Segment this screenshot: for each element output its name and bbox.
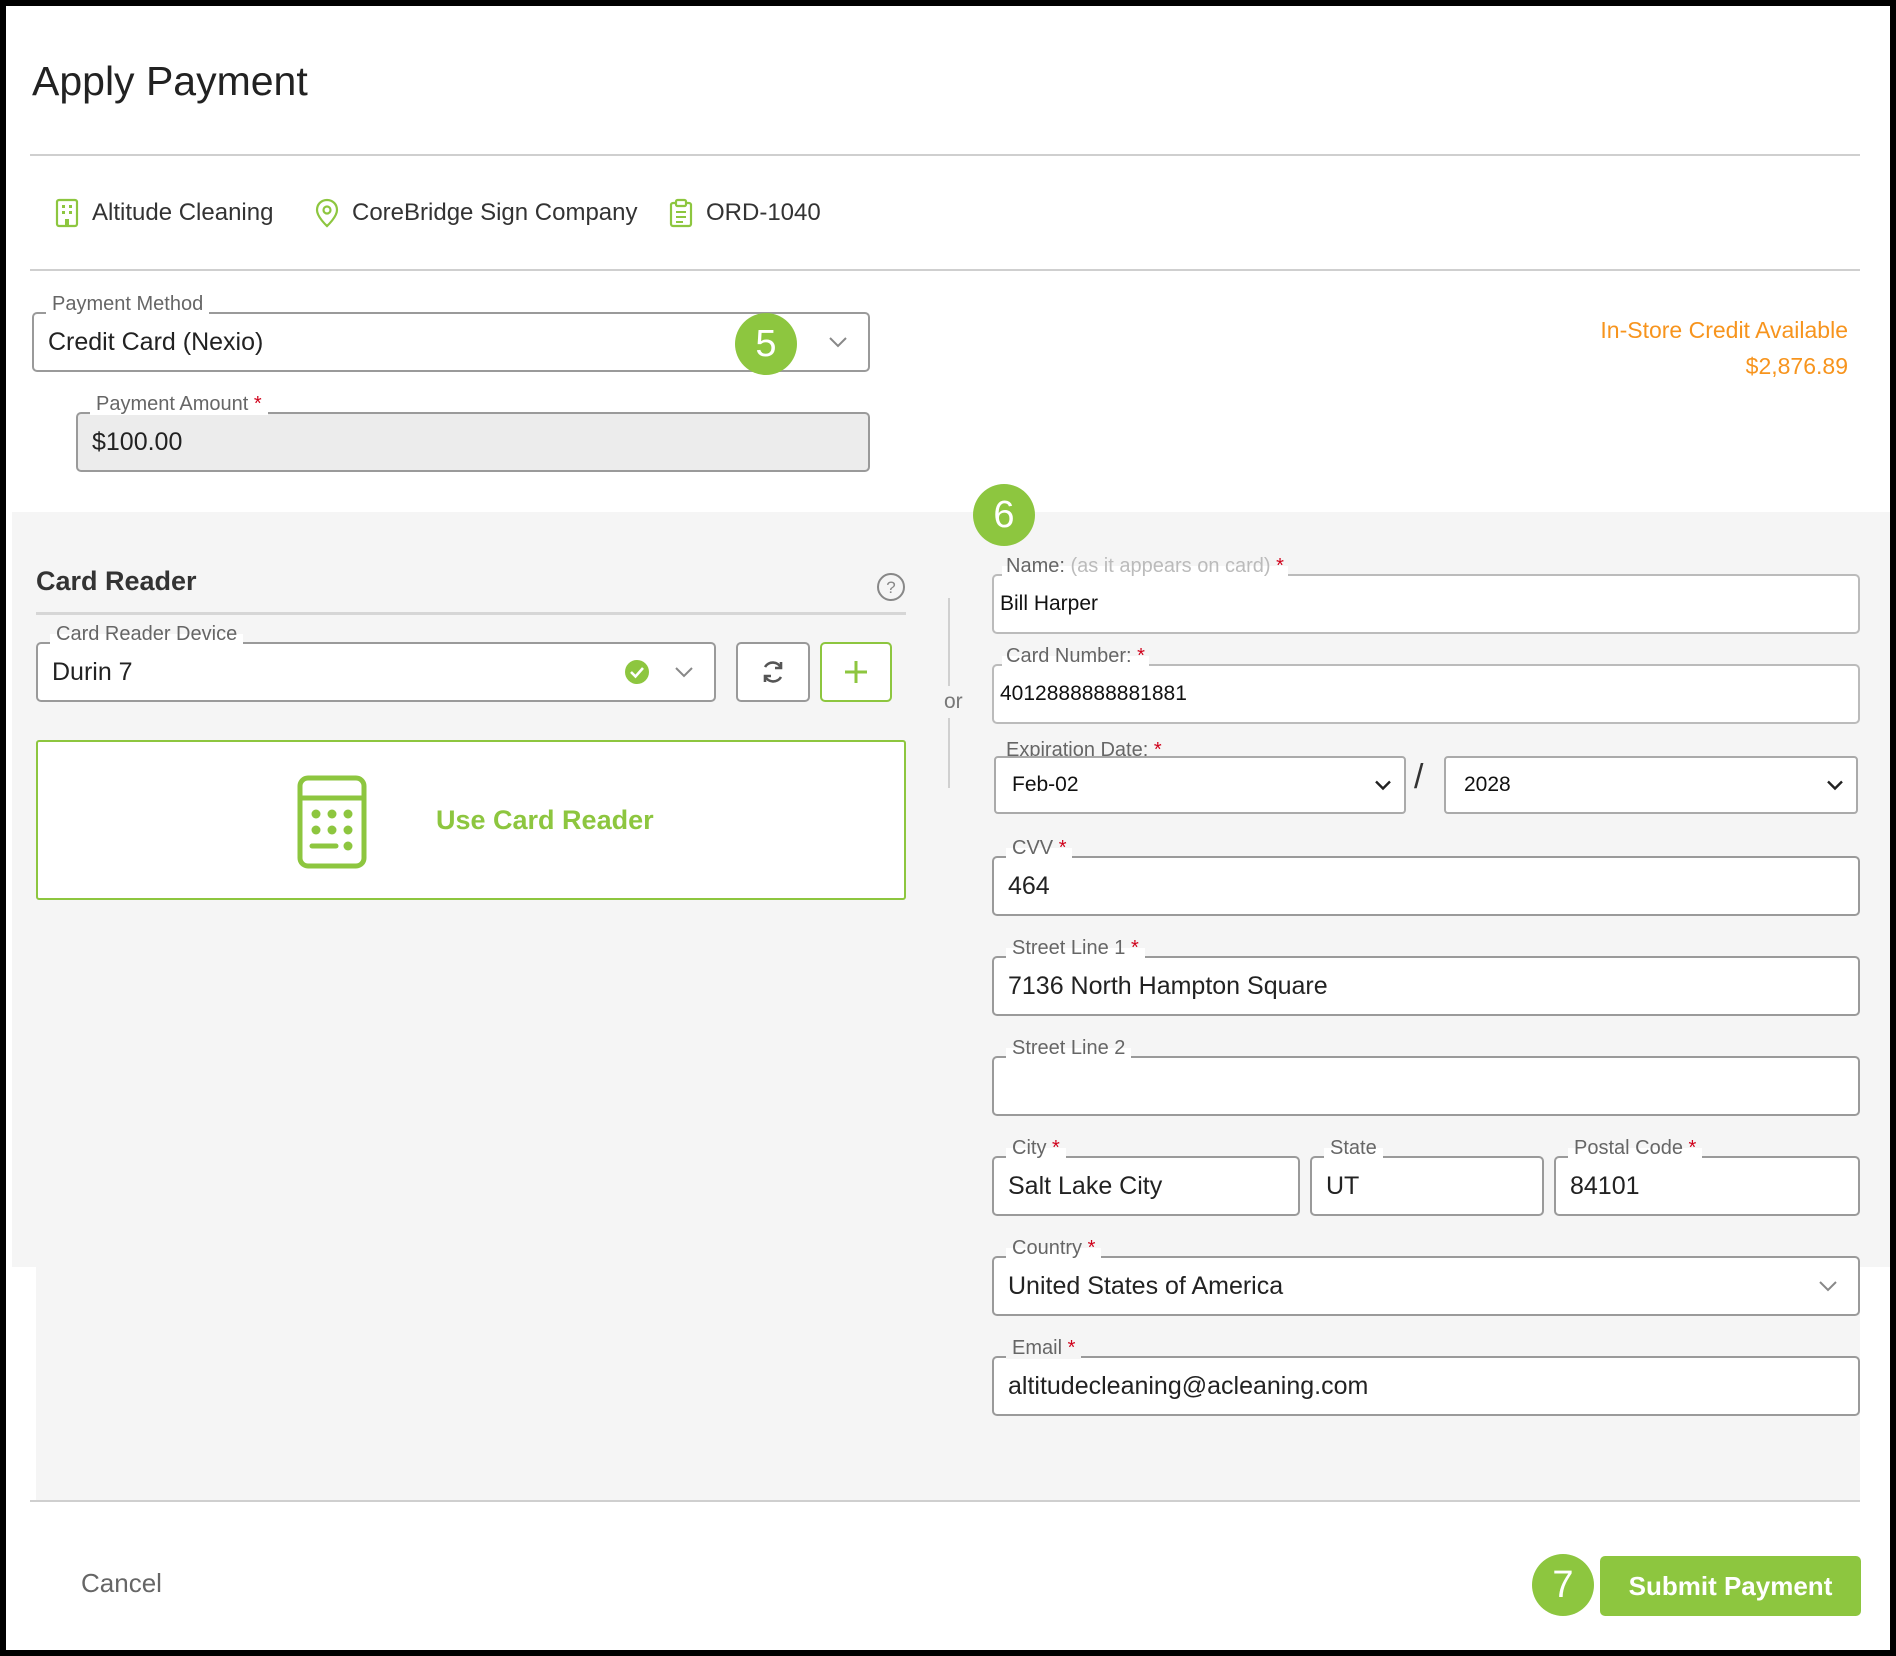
postal-code-value: 84101: [1570, 1171, 1640, 1200]
street-line-1-value: 7136 North Hampton Square: [1008, 971, 1328, 1000]
card-reader-device-label: Card Reader Device: [56, 623, 238, 645]
email-label: Email: [1012, 1337, 1063, 1359]
cvv-label: CVV: [1012, 837, 1054, 859]
state-label: State: [1330, 1137, 1377, 1159]
street-line-1-label: Street Line 1: [1012, 937, 1126, 959]
payment-method-value: Credit Card (Nexio): [48, 327, 264, 356]
country-value: United States of America: [1008, 1271, 1284, 1300]
company-name: Altitude Cleaning: [92, 199, 274, 226]
street-line-1-field[interactable]: Street Line 1 * 7136 North Hampton Squar…: [992, 937, 1860, 1016]
cardholder-name-hint: (as it appears on card): [1070, 555, 1271, 577]
email-value: altitudecleaning@acleaning.com: [1008, 1371, 1369, 1400]
step-badge-5: 5: [735, 313, 797, 375]
city-value: Salt Lake City: [1008, 1171, 1163, 1200]
order-number: ORD-1040: [706, 199, 821, 226]
required-marker: *: [1058, 837, 1067, 859]
card-number-value: 4012888888881881: [1000, 682, 1187, 705]
expiration-year-value: 2028: [1464, 773, 1511, 796]
email-field[interactable]: Email * altitudecleaning@acleaning.com: [992, 1337, 1860, 1416]
expiration-separator: /: [1414, 758, 1424, 796]
required-marker: *: [1052, 1137, 1060, 1159]
or-separator: or: [942, 686, 965, 718]
required-marker: *: [1276, 555, 1284, 577]
required-marker: *: [1688, 1137, 1697, 1159]
country-select[interactable]: Country * United States of America: [992, 1237, 1860, 1316]
postal-code-label: Postal Code: [1574, 1137, 1683, 1159]
chevron-down-icon: [675, 667, 693, 678]
refresh-button[interactable]: [736, 642, 810, 702]
expiration-year-select[interactable]: 2028: [1444, 756, 1858, 814]
cvv-value: 464: [1008, 871, 1050, 900]
required-marker: *: [1137, 645, 1145, 667]
chevron-down-icon: [1827, 780, 1843, 791]
add-card-reader-button[interactable]: [820, 642, 892, 702]
cancel-button[interactable]: Cancel: [81, 1568, 162, 1599]
required-marker: *: [1130, 937, 1139, 959]
expiration-month-select[interactable]: Feb-02: [994, 756, 1406, 814]
card-number-field[interactable]: Card Number: * 4012888888881881: [992, 645, 1860, 724]
page-title: Apply Payment: [32, 58, 308, 104]
street-line-2-label: Street Line 2: [1012, 1037, 1126, 1059]
city-label: City: [1012, 1137, 1047, 1159]
divider: [30, 154, 1860, 156]
city-field[interactable]: City * Salt Lake City: [992, 1137, 1300, 1216]
chevron-down-icon: [1819, 1281, 1837, 1292]
cardholder-name-value: Bill Harper: [1000, 592, 1099, 615]
payment-amount-field[interactable]: Payment Amount * $100.00: [76, 393, 870, 472]
divider: [30, 269, 1860, 271]
submit-payment-button[interactable]: Submit Payment: [1600, 1556, 1861, 1616]
calculator-icon: [297, 775, 367, 869]
in-store-credit: In-Store Credit Available $2,876.89: [1600, 312, 1848, 384]
card-reader-device-value: Durin 7: [52, 657, 133, 686]
divider: [30, 1500, 1860, 1502]
chevron-down-icon: [829, 337, 847, 348]
refresh-icon: [763, 661, 783, 683]
use-card-reader-label: Use Card Reader: [436, 804, 654, 835]
street-line-2-field[interactable]: Street Line 2: [992, 1037, 1860, 1116]
location-name: CoreBridge Sign Company: [352, 199, 638, 226]
step-badge-6: 6: [973, 484, 1035, 546]
help-icon[interactable]: ?: [876, 572, 906, 602]
expiration-month-value: Feb-02: [1012, 773, 1079, 796]
payment-amount-label: Payment Amount: [96, 393, 249, 415]
svg-text:?: ?: [886, 578, 895, 597]
payment-method-label: Payment Method: [52, 293, 204, 315]
cvv-field[interactable]: CVV * 464: [992, 837, 1860, 916]
plus-icon: [845, 661, 867, 683]
in-store-credit-amount: $2,876.89: [1745, 353, 1848, 379]
required-marker: *: [1087, 1237, 1096, 1259]
required-marker: *: [253, 393, 262, 415]
chevron-down-icon: [1375, 780, 1391, 791]
cardholder-name-field[interactable]: Name: (as it appears on card) * Bill Har…: [992, 555, 1860, 634]
state-field[interactable]: State UT: [1310, 1137, 1544, 1216]
required-marker: *: [1067, 1337, 1076, 1359]
company-meta: Altitude Cleaning: [54, 198, 273, 228]
state-value: UT: [1326, 1171, 1360, 1200]
country-label: Country: [1012, 1237, 1083, 1259]
step-badge-7: 7: [1532, 1554, 1594, 1616]
in-store-credit-label: In-Store Credit Available: [1600, 317, 1848, 343]
card-reader-heading: Card Reader: [36, 566, 197, 596]
use-card-reader-button[interactable]: Use Card Reader: [36, 740, 906, 900]
card-number-label: Card Number:: [1006, 645, 1132, 667]
apply-payment-dialog: Apply Payment Altitude Cleaning CoreBrid…: [0, 0, 1896, 1656]
postal-code-field[interactable]: Postal Code * 84101: [1554, 1137, 1860, 1216]
payment-amount-value: $100.00: [92, 427, 183, 456]
divider: [36, 612, 906, 615]
cardholder-name-label: Name:: [1006, 555, 1065, 577]
location-meta: CoreBridge Sign Company: [314, 198, 637, 228]
clipboard-icon: [669, 198, 693, 228]
order-meta: ORD-1040: [668, 198, 821, 228]
location-pin-icon: [315, 198, 339, 228]
check-circle-icon: [625, 660, 649, 684]
card-reader-device-select[interactable]: Card Reader Device Durin 7: [36, 623, 716, 702]
building-icon: [55, 198, 79, 228]
